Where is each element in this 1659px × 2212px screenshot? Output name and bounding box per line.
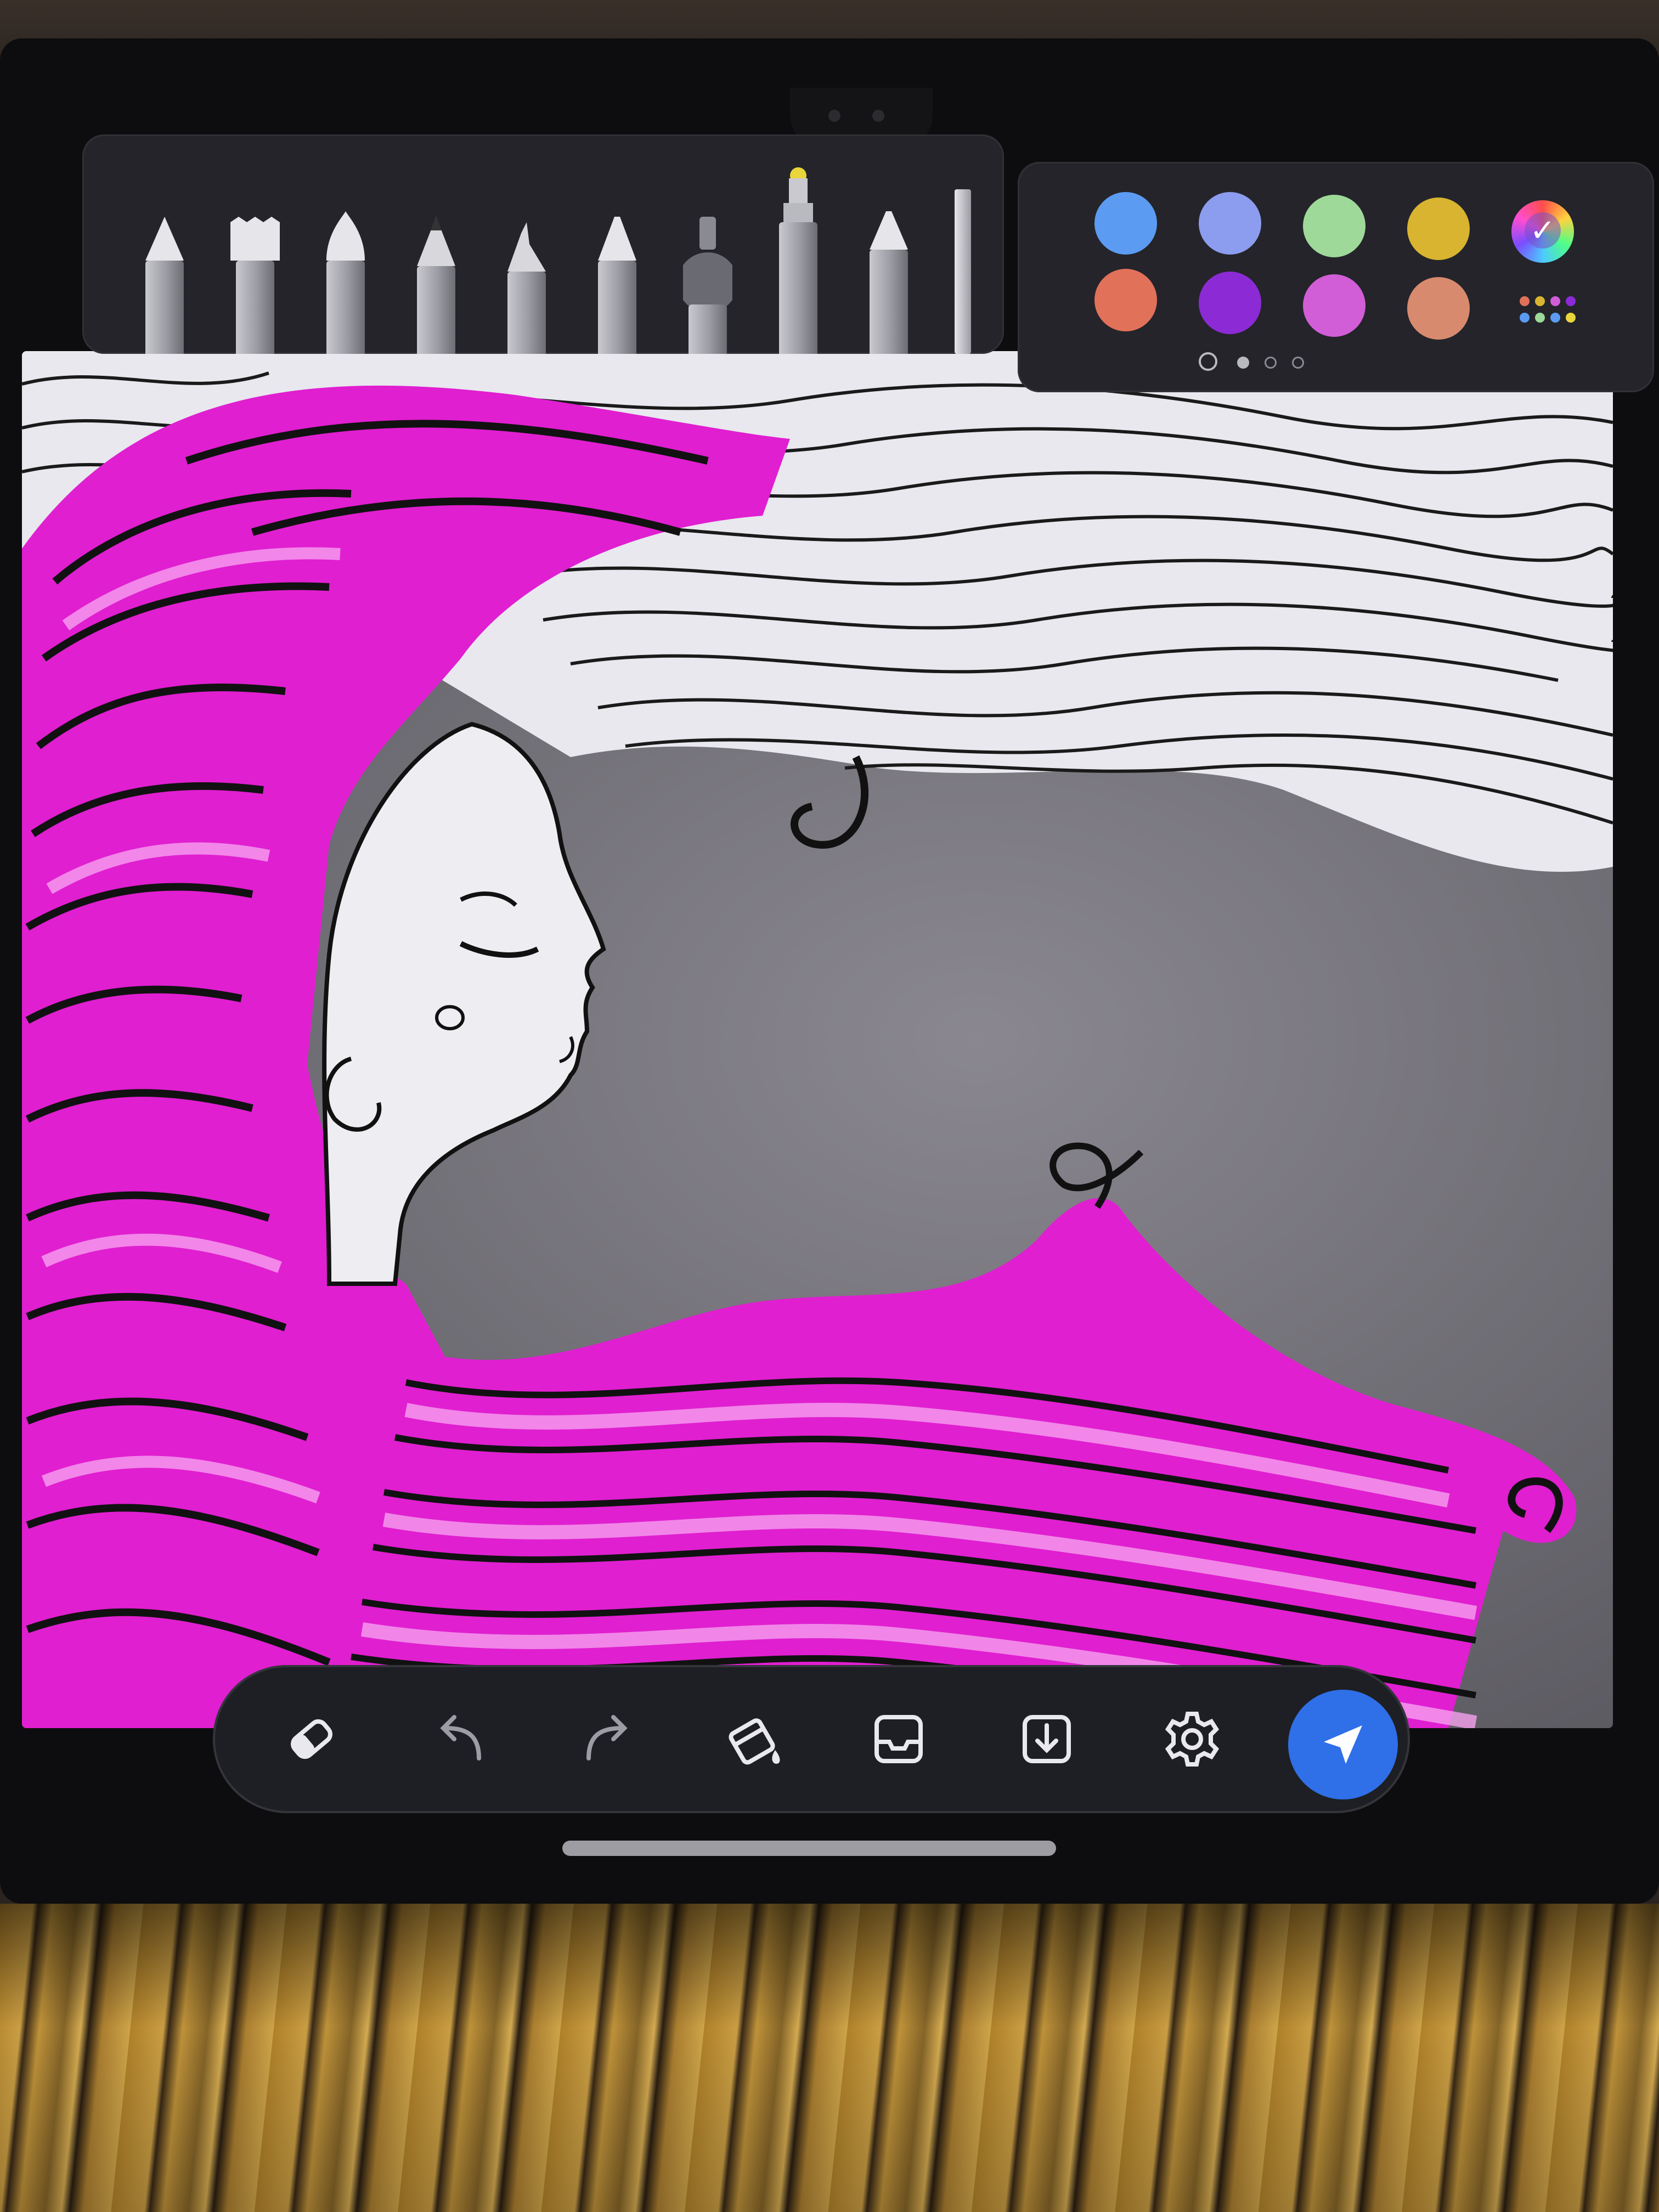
- color-swatch-violet[interactable]: [1199, 272, 1261, 334]
- paint-bucket-glyph: [729, 1718, 780, 1765]
- brush-tip: [417, 217, 455, 266]
- paint-bucket-icon[interactable]: [709, 1695, 797, 1783]
- brush-body: [145, 261, 184, 354]
- pen-brush-icon[interactable]: [140, 217, 189, 354]
- brush-tip: [230, 217, 280, 261]
- home-indicator[interactable]: [562, 1841, 1056, 1856]
- undo-icon[interactable]: [416, 1695, 504, 1783]
- pencil-brush-icon[interactable]: [411, 217, 461, 354]
- brush-tip: [507, 222, 546, 272]
- checkmark-icon: ✓: [1525, 212, 1561, 249]
- color-swatch-periwinkle[interactable]: [1199, 192, 1261, 255]
- brush-tip: [783, 167, 813, 222]
- brush-body: [598, 261, 636, 354]
- brush-tip: [870, 211, 908, 250]
- ruler-brush-icon[interactable]: [955, 189, 977, 354]
- color-swatch-mustard[interactable]: [1407, 198, 1470, 260]
- artwork: [22, 351, 1613, 1728]
- eraser-icon[interactable]: [268, 1695, 356, 1783]
- hair-bottom-region: [351, 1142, 1577, 1728]
- gear-glyph: [1165, 1712, 1220, 1767]
- color-picker-icon[interactable]: ✓: [1511, 200, 1574, 263]
- couch-shadow: [0, 1904, 1659, 2212]
- bottom-toolbar: [213, 1665, 1410, 1813]
- page-dot-active[interactable]: [1237, 357, 1249, 369]
- flat-brush-icon[interactable]: [230, 217, 280, 354]
- brush-body: [236, 261, 274, 354]
- sensor-dot: [872, 110, 884, 122]
- color-palette: ✓: [1018, 162, 1654, 392]
- color-swatch-salmon[interactable]: [1407, 277, 1470, 340]
- brush-body: [779, 222, 817, 354]
- camera-lens: [828, 110, 840, 122]
- undo-glyph: [440, 1715, 481, 1760]
- drawing-canvas[interactable]: [22, 351, 1613, 1728]
- download-glyph: [1023, 1715, 1071, 1763]
- download-icon[interactable]: [1003, 1695, 1091, 1783]
- fine-liner-brush-icon[interactable]: [592, 217, 642, 354]
- brush-body: [507, 272, 546, 354]
- send-icon[interactable]: [1288, 1690, 1398, 1799]
- more-colors-icon[interactable]: [1520, 296, 1576, 335]
- brush-tip: [683, 217, 732, 313]
- calligraphy-brush-icon[interactable]: [502, 222, 551, 354]
- crayon-brush-icon[interactable]: [864, 211, 913, 354]
- brush-body: [326, 261, 365, 354]
- color-swatch-orchid[interactable]: [1303, 274, 1365, 337]
- color-swatch-blue[interactable]: [1094, 192, 1157, 255]
- brush-body: [417, 266, 455, 354]
- soft-tip-brush-icon[interactable]: [321, 211, 370, 354]
- airbrush-brush-icon[interactable]: [683, 217, 732, 354]
- brush-body: [689, 304, 727, 354]
- redo-glyph: [586, 1715, 628, 1760]
- brush-tray: [82, 134, 1004, 354]
- highlighter-brush-icon[interactable]: [774, 167, 823, 354]
- eraser-glyph: [291, 1719, 332, 1759]
- color-swatch-mint[interactable]: [1303, 195, 1365, 257]
- hair-curl: [791, 755, 868, 849]
- page-dot[interactable]: [1292, 357, 1304, 369]
- inbox-tray-icon[interactable]: [855, 1695, 943, 1783]
- recent-colors-icon[interactable]: [1199, 352, 1217, 371]
- page-dot[interactable]: [1265, 357, 1277, 369]
- palette-pagination: [1199, 351, 1341, 373]
- send-glyph: [1324, 1725, 1362, 1764]
- brush-tip: [145, 217, 184, 261]
- gear-icon[interactable]: [1148, 1695, 1236, 1783]
- hair-curl-bottom: [1049, 1142, 1144, 1209]
- redo-icon[interactable]: [564, 1695, 652, 1783]
- ruler-body: [955, 189, 971, 354]
- color-swatch-coral[interactable]: [1094, 269, 1157, 331]
- face: [322, 721, 606, 1286]
- inbox-tray-glyph: [874, 1715, 923, 1763]
- brush-tip: [326, 211, 365, 261]
- brush-body: [870, 250, 908, 354]
- brush-tip: [598, 217, 636, 261]
